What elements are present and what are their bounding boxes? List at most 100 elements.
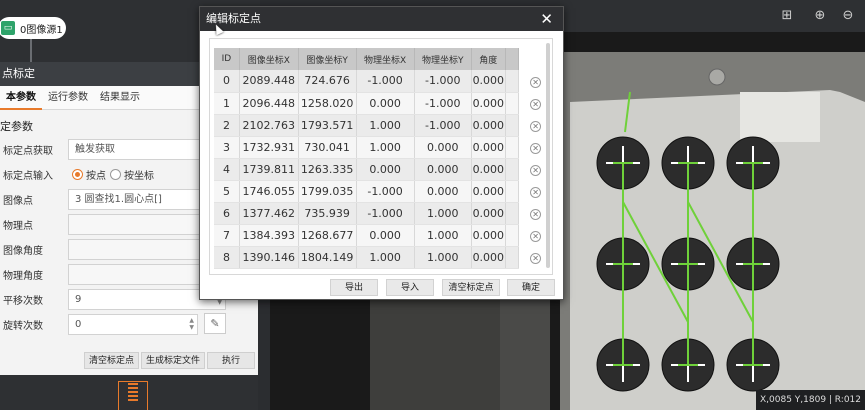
cell-angle[interactable]: 0.000 bbox=[471, 202, 506, 225]
delete-row-icon[interactable]: ✕ bbox=[530, 208, 542, 220]
delete-row-icon[interactable]: ✕ bbox=[530, 98, 542, 110]
cell-phys-x[interactable]: -1.000 bbox=[356, 202, 415, 225]
table-row[interactable]: 6 1377.462 735.939 -1.000 1.000 0.000 ✕ bbox=[214, 202, 552, 225]
generate-file-button[interactable]: 生成标定文件 bbox=[141, 352, 206, 369]
cell-image-x[interactable]: 2096.448 bbox=[239, 92, 299, 115]
radio-by-coordinate-label: 按坐标 bbox=[124, 170, 154, 182]
table-row[interactable]: 7 1384.393 1268.677 0.000 1.000 0.000 ✕ bbox=[214, 224, 552, 247]
tab-run-params[interactable]: 运行参数 bbox=[42, 86, 94, 110]
tab-result-display[interactable]: 结果显示 bbox=[94, 86, 146, 110]
panel-buttons: 清空标定点 生成标定文件 执行 bbox=[84, 352, 256, 369]
delete-row-icon[interactable]: ✕ bbox=[530, 142, 542, 154]
rotate-stepper[interactable]: 0 ▲ ▼ bbox=[68, 313, 198, 335]
delete-row-icon[interactable]: ✕ bbox=[530, 76, 542, 88]
cell-image-x[interactable]: 1390.146 bbox=[239, 246, 299, 269]
table-row[interactable]: 2 2102.763 1793.571 1.000 -1.000 0.000 ✕ bbox=[214, 114, 552, 137]
cell-spacer bbox=[505, 180, 520, 203]
cell-angle[interactable]: 0.000 bbox=[471, 70, 506, 93]
cell-id[interactable]: 7 bbox=[214, 224, 240, 247]
cell-id[interactable]: 5 bbox=[214, 180, 240, 203]
delete-row-icon[interactable]: ✕ bbox=[530, 186, 542, 198]
cell-image-x[interactable]: 2089.448 bbox=[239, 70, 299, 93]
pencil-icon[interactable]: ✎ bbox=[204, 313, 226, 334]
cell-phys-x[interactable]: -1.000 bbox=[356, 70, 415, 93]
table-row[interactable]: 3 1732.931 730.041 1.000 0.000 0.000 ✕ bbox=[214, 136, 552, 159]
radio-by-point[interactable]: 按点 bbox=[72, 167, 106, 182]
cell-id[interactable]: 4 bbox=[214, 158, 240, 181]
table-scrollbar[interactable] bbox=[546, 43, 550, 268]
rotate-value: 0 bbox=[75, 318, 82, 330]
cell-phys-y[interactable]: -1.000 bbox=[414, 92, 472, 115]
cell-id[interactable]: 2 bbox=[214, 114, 240, 137]
cell-angle[interactable]: 0.000 bbox=[471, 92, 506, 115]
cell-image-y[interactable]: 1793.571 bbox=[298, 114, 357, 137]
cell-phys-x[interactable]: 0.000 bbox=[356, 92, 415, 115]
translate-value: 9 bbox=[75, 293, 82, 305]
cell-image-y[interactable]: 1804.149 bbox=[298, 246, 357, 269]
cell-image-x[interactable]: 1384.393 bbox=[239, 224, 299, 247]
cell-phys-x[interactable]: 1.000 bbox=[356, 246, 415, 269]
cell-image-x[interactable]: 1739.811 bbox=[239, 158, 299, 181]
cell-id[interactable]: 8 bbox=[214, 246, 240, 269]
cell-phys-y[interactable]: 1.000 bbox=[414, 246, 472, 269]
zoom-out-icon[interactable]: ⊖ bbox=[840, 8, 856, 24]
cell-angle[interactable]: 0.000 bbox=[471, 158, 506, 181]
clear-points-button[interactable]: 清空标定点 bbox=[84, 352, 140, 369]
cell-phys-y[interactable]: 1.000 bbox=[414, 224, 472, 247]
cell-phys-x[interactable]: 1.000 bbox=[356, 136, 415, 159]
radio-by-coordinate[interactable]: 按坐标 bbox=[110, 167, 154, 182]
delete-row-icon[interactable]: ✕ bbox=[530, 164, 542, 176]
cell-id[interactable]: 3 bbox=[214, 136, 240, 159]
cell-angle[interactable]: 0.000 bbox=[471, 114, 506, 137]
cell-phys-y[interactable]: -1.000 bbox=[414, 114, 472, 137]
cell-angle[interactable]: 0.000 bbox=[471, 180, 506, 203]
cell-image-x[interactable]: 1732.931 bbox=[239, 136, 299, 159]
cell-phys-x[interactable]: 0.000 bbox=[356, 224, 415, 247]
cell-image-x[interactable]: 1377.462 bbox=[239, 202, 299, 225]
cell-id[interactable]: 6 bbox=[214, 202, 240, 225]
table-row[interactable]: 4 1739.811 1263.335 0.000 0.000 0.000 ✕ bbox=[214, 158, 552, 181]
cell-phys-y[interactable]: -1.000 bbox=[414, 70, 472, 93]
cell-image-x[interactable]: 2102.763 bbox=[239, 114, 299, 137]
tab-basic-params[interactable]: 本参数 bbox=[0, 86, 42, 110]
table-row[interactable]: 0 2089.448 724.676 -1.000 -1.000 0.000 ✕ bbox=[214, 70, 552, 93]
run-button[interactable]: 执行 bbox=[207, 352, 256, 369]
table-row[interactable]: 8 1390.146 1804.149 1.000 1.000 0.000 ✕ bbox=[214, 246, 552, 269]
cell-phys-y[interactable]: 0.000 bbox=[414, 180, 472, 203]
fit-icon[interactable]: ⊞ bbox=[779, 8, 795, 24]
cell-image-y[interactable]: 724.676 bbox=[298, 70, 357, 93]
cell-id[interactable]: 1 bbox=[214, 92, 240, 115]
table-row[interactable]: 5 1746.055 1799.035 -1.000 0.000 0.000 ✕ bbox=[214, 180, 552, 203]
stepper-arrows-icon[interactable]: ▲▼ bbox=[189, 317, 194, 331]
cell-angle[interactable]: 0.000 bbox=[471, 224, 506, 247]
cell-phys-y[interactable]: 0.000 bbox=[414, 158, 472, 181]
export-button[interactable]: 导出 bbox=[330, 279, 378, 296]
zoom-in-icon[interactable]: ⊕ bbox=[812, 8, 828, 24]
cell-angle[interactable]: 0.000 bbox=[471, 136, 506, 159]
cell-id[interactable]: 0 bbox=[214, 70, 240, 93]
cell-image-y[interactable]: 1799.035 bbox=[298, 180, 357, 203]
close-icon[interactable]: ✕ bbox=[540, 7, 553, 31]
cell-image-y[interactable]: 1268.677 bbox=[298, 224, 357, 247]
cell-phys-y[interactable]: 1.000 bbox=[414, 202, 472, 225]
clear-calibration-button[interactable]: 清空标定点 bbox=[442, 279, 500, 296]
cell-spacer bbox=[505, 136, 520, 159]
cell-phys-y[interactable]: 0.000 bbox=[414, 136, 472, 159]
cell-phys-x[interactable]: 1.000 bbox=[356, 114, 415, 137]
delete-row-icon[interactable]: ✕ bbox=[530, 252, 542, 264]
cell-image-y[interactable]: 735.939 bbox=[298, 202, 357, 225]
radio-dot-on bbox=[72, 168, 83, 180]
cell-phys-x[interactable]: -1.000 bbox=[356, 180, 415, 203]
import-button[interactable]: 导入 bbox=[386, 279, 434, 296]
delete-row-icon[interactable]: ✕ bbox=[530, 120, 542, 132]
image-source-node[interactable]: ▭ 0图像源1 bbox=[0, 17, 66, 39]
confirm-button[interactable]: 确定 bbox=[507, 279, 555, 296]
cell-image-y[interactable]: 1263.335 bbox=[298, 158, 357, 181]
cell-phys-x[interactable]: 0.000 bbox=[356, 158, 415, 181]
cell-angle[interactable]: 0.000 bbox=[471, 246, 506, 269]
cell-image-x[interactable]: 1746.055 bbox=[239, 180, 299, 203]
delete-row-icon[interactable]: ✕ bbox=[530, 230, 542, 242]
cell-image-y[interactable]: 730.041 bbox=[298, 136, 357, 159]
cell-image-y[interactable]: 1258.020 bbox=[298, 92, 357, 115]
table-row[interactable]: 1 2096.448 1258.020 0.000 -1.000 0.000 ✕ bbox=[214, 92, 552, 115]
